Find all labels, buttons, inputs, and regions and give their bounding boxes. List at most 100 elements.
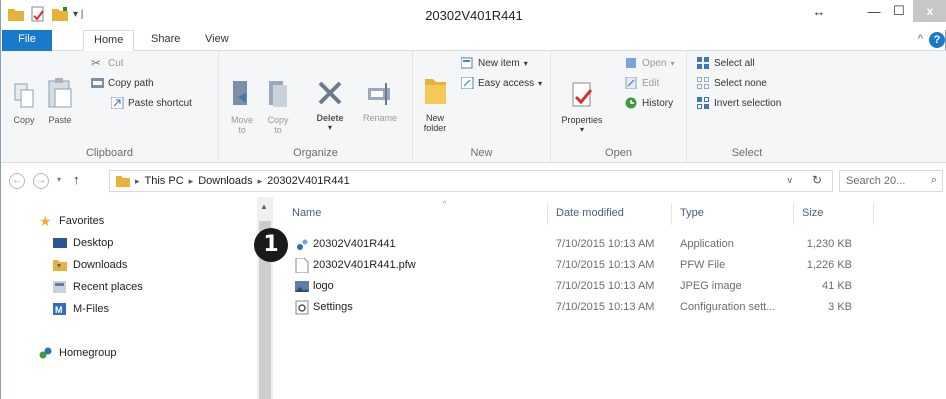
column-header-date-modified[interactable]: Date modified (556, 207, 624, 219)
easy-access-dropdown-icon[interactable]: ▾ (538, 79, 542, 88)
column-header-type[interactable]: Type (680, 207, 704, 219)
open-group-label: Open (605, 147, 632, 159)
delete-dropdown-icon[interactable]: ▾ (311, 123, 349, 133)
file-row[interactable]: logo 7/10/2015 10:13 AM JPEG image 41 KB (273, 277, 946, 297)
new-group-label: New (470, 147, 493, 159)
nav-item-homegroup[interactable]: Homegroup (39, 347, 116, 359)
file-type: JPEG image (680, 280, 742, 292)
column-divider[interactable] (793, 203, 794, 225)
star-icon: ★ (39, 213, 52, 229)
paste-label: Paste (48, 115, 72, 125)
organize-group-label: Organize (293, 147, 338, 159)
explorer-window: ▾ | 20302V401R441 ↔ — ☐ x File Home Shar… (0, 0, 946, 399)
maximize-button[interactable]: ☐ (887, 0, 911, 22)
breadcrumb-downloads[interactable]: Downloads (198, 175, 252, 187)
properties-label: Properties (561, 115, 603, 125)
file-date: 7/10/2015 10:13 AM (556, 238, 655, 250)
tab-file[interactable]: File (2, 30, 52, 51)
folder-icon (116, 176, 130, 187)
nav-item-m-files[interactable]: M M-Files (53, 303, 109, 315)
column-divider[interactable] (873, 203, 874, 225)
ribbon-tabs: File Home Share View ^ ? (1, 30, 946, 51)
properties-icon (572, 82, 593, 107)
invert-selection-button[interactable]: Invert selection (697, 97, 781, 109)
delete-button[interactable]: Delete ▾ (311, 79, 349, 133)
breadcrumb-this-pc[interactable]: This PC (145, 175, 184, 187)
file-row[interactable]: Settings 7/10/2015 10:13 AM Configuratio… (273, 298, 946, 318)
forward-button[interactable]: → (33, 173, 49, 189)
close-button[interactable]: x (913, 0, 946, 22)
file-row[interactable]: 20302V401R441 7/10/2015 10:13 AM Applica… (273, 235, 946, 255)
paste-shortcut-button[interactable]: Paste shortcut (111, 97, 192, 109)
minimize-button[interactable]: — (861, 0, 887, 22)
properties-button[interactable]: Properties ▾ (559, 81, 605, 135)
new-folder-button[interactable]: New folder (417, 73, 453, 133)
nav-item-recent-places[interactable]: Recent places (53, 281, 143, 293)
copy-to-button[interactable]: Copy to (263, 79, 293, 135)
column-header-size[interactable]: Size (802, 207, 823, 219)
copy-path-button[interactable]: Copy path (91, 77, 154, 89)
address-dropdown-icon[interactable]: v (788, 175, 793, 185)
copy-button[interactable]: Copy (9, 83, 39, 125)
scissors-icon: ✂ (91, 56, 102, 70)
back-button[interactable]: ← (9, 173, 25, 189)
resize-arrows-icon[interactable]: ↔ (809, 0, 829, 22)
properties-dropdown-icon[interactable]: ▾ (559, 125, 605, 135)
edit-label: Edit (642, 77, 660, 89)
copy-label: Copy (13, 115, 35, 125)
move-to-button[interactable]: Move to (227, 79, 257, 135)
nav-item-downloads[interactable]: Downloads (53, 259, 127, 271)
file-row[interactable]: 20302V401R441.pfw 7/10/2015 10:13 AM PFW… (273, 256, 946, 276)
open-dropdown-icon[interactable]: ▾ (670, 59, 674, 68)
delete-label: Delete (316, 113, 344, 123)
search-box[interactable]: Search 20... ⌕ (839, 170, 943, 192)
history-button[interactable]: History (625, 97, 673, 109)
up-arrow-icon[interactable]: ↑ (73, 172, 80, 187)
callout-badge: 1 (254, 228, 288, 262)
nav-item-desktop[interactable]: Desktop (53, 237, 113, 249)
recent-places-icon (53, 281, 66, 293)
nav-desktop-label: Desktop (73, 237, 114, 249)
title-bar: ▾ | 20302V401R441 ↔ — ☐ x (1, 0, 946, 30)
file-type: PFW File (680, 259, 726, 271)
new-folder-label: New folder (423, 113, 447, 133)
cut-button[interactable]: ✂ Cut (91, 57, 124, 69)
history-label: History (642, 97, 674, 109)
breadcrumb-separator-icon[interactable]: ▸ (258, 176, 263, 187)
new-item-dropdown-icon[interactable]: ▾ (524, 59, 528, 68)
m-files-icon: M (53, 303, 66, 315)
column-divider[interactable] (671, 203, 672, 225)
file-size: 41 KB (822, 280, 852, 292)
column-header-name[interactable]: Name (292, 207, 321, 219)
paste-button[interactable]: Paste (45, 77, 75, 125)
search-icon[interactable]: ⌕ (931, 174, 937, 187)
refresh-icon[interactable]: ↻ (812, 173, 822, 187)
scroll-up-arrow-icon[interactable]: ▲ (260, 202, 268, 211)
select-none-button[interactable]: Select none (697, 77, 767, 89)
address-bar[interactable]: ▸ This PC ▸ Downloads ▸ 20302V401R441 v … (109, 170, 833, 192)
collapse-ribbon-icon[interactable]: ^ (918, 33, 923, 45)
new-item-button[interactable]: New item ▾ (461, 57, 528, 69)
edit-button[interactable]: Edit (625, 77, 659, 89)
easy-access-button[interactable]: Easy access ▾ (461, 77, 542, 89)
easy-access-icon (461, 77, 474, 89)
svg-text:M: M (55, 305, 63, 315)
nav-item-favorites[interactable]: ★ Favorites (39, 213, 104, 229)
help-icon[interactable]: ? (929, 32, 945, 48)
select-all-button[interactable]: Select all (697, 57, 755, 69)
breadcrumb-separator-icon[interactable]: ▸ (189, 176, 194, 187)
sort-ascending-icon: ^ (443, 201, 447, 208)
open-button[interactable]: Open ▾ (625, 57, 674, 69)
tab-view[interactable]: View (195, 30, 239, 51)
breadcrumb-current-folder[interactable]: 20302V401R441 (267, 175, 350, 187)
tab-home[interactable]: Home (83, 30, 135, 51)
rename-button[interactable]: Rename (359, 79, 401, 123)
tab-share[interactable]: Share (141, 30, 190, 51)
nav-homegroup-label: Homegroup (59, 347, 117, 359)
open-icon (626, 58, 636, 68)
edit-icon (625, 77, 637, 89)
recent-locations-icon[interactable]: ▾ (57, 175, 61, 184)
open-label: Open (642, 57, 667, 69)
breadcrumb-separator-icon[interactable]: ▸ (135, 176, 140, 187)
column-divider[interactable] (547, 203, 548, 225)
